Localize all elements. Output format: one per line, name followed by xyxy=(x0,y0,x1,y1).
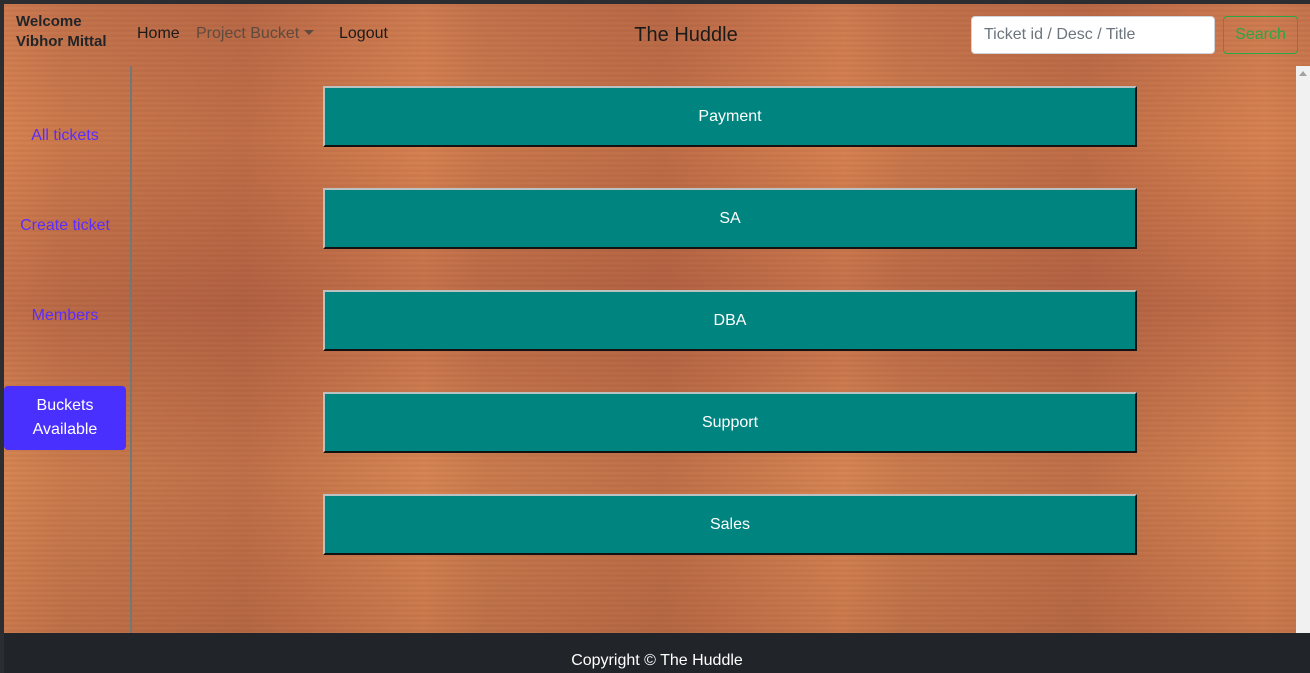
brand-title: The Huddle xyxy=(634,24,738,46)
sidebar-item-members[interactable]: Members xyxy=(4,306,126,326)
welcome-text: Welcome Vibhor Mittal xyxy=(16,12,126,52)
footer: Copyright © The Huddle xyxy=(4,633,1310,673)
search-button[interactable]: Search xyxy=(1223,16,1298,54)
top-navbar: Welcome Vibhor Mittal Home Project Bucke… xyxy=(4,4,1310,66)
bucket-button-sales[interactable]: Sales xyxy=(323,494,1137,555)
welcome-greeting: Welcome xyxy=(16,13,82,30)
sidebar-active-label-line2: Available xyxy=(32,421,98,438)
vertical-scrollbar[interactable] xyxy=(1296,66,1310,633)
nav-project-bucket-label: Project Bucket xyxy=(196,25,300,42)
footer-copyright: Copyright © The Huddle xyxy=(571,652,743,669)
caret-down-icon xyxy=(304,30,315,35)
nav-project-bucket-dropdown[interactable]: Project Bucket xyxy=(196,24,315,44)
search-input[interactable] xyxy=(971,16,1215,54)
bucket-button-dba[interactable]: DBA xyxy=(323,290,1137,351)
sidebar-active-label-line1: Buckets xyxy=(36,397,94,414)
welcome-username: Vibhor Mittal xyxy=(16,33,107,50)
scroll-up-arrow-icon[interactable] xyxy=(1299,71,1307,76)
nav-logout-link[interactable]: Logout xyxy=(339,24,388,44)
sidebar-item-create-ticket[interactable]: Create ticket xyxy=(4,216,126,236)
nav-home-link[interactable]: Home xyxy=(137,24,180,44)
sidebar: All tickets Create ticket Members Bucket… xyxy=(4,66,132,633)
bucket-button-support[interactable]: Support xyxy=(323,392,1137,453)
app-window: Welcome Vibhor Mittal Home Project Bucke… xyxy=(4,4,1310,673)
bucket-button-sa[interactable]: SA xyxy=(323,188,1137,249)
sidebar-item-all-tickets[interactable]: All tickets xyxy=(4,126,126,146)
sidebar-item-buckets-available[interactable]: Buckets Available xyxy=(4,386,126,450)
bucket-button-payment[interactable]: Payment xyxy=(323,86,1137,147)
